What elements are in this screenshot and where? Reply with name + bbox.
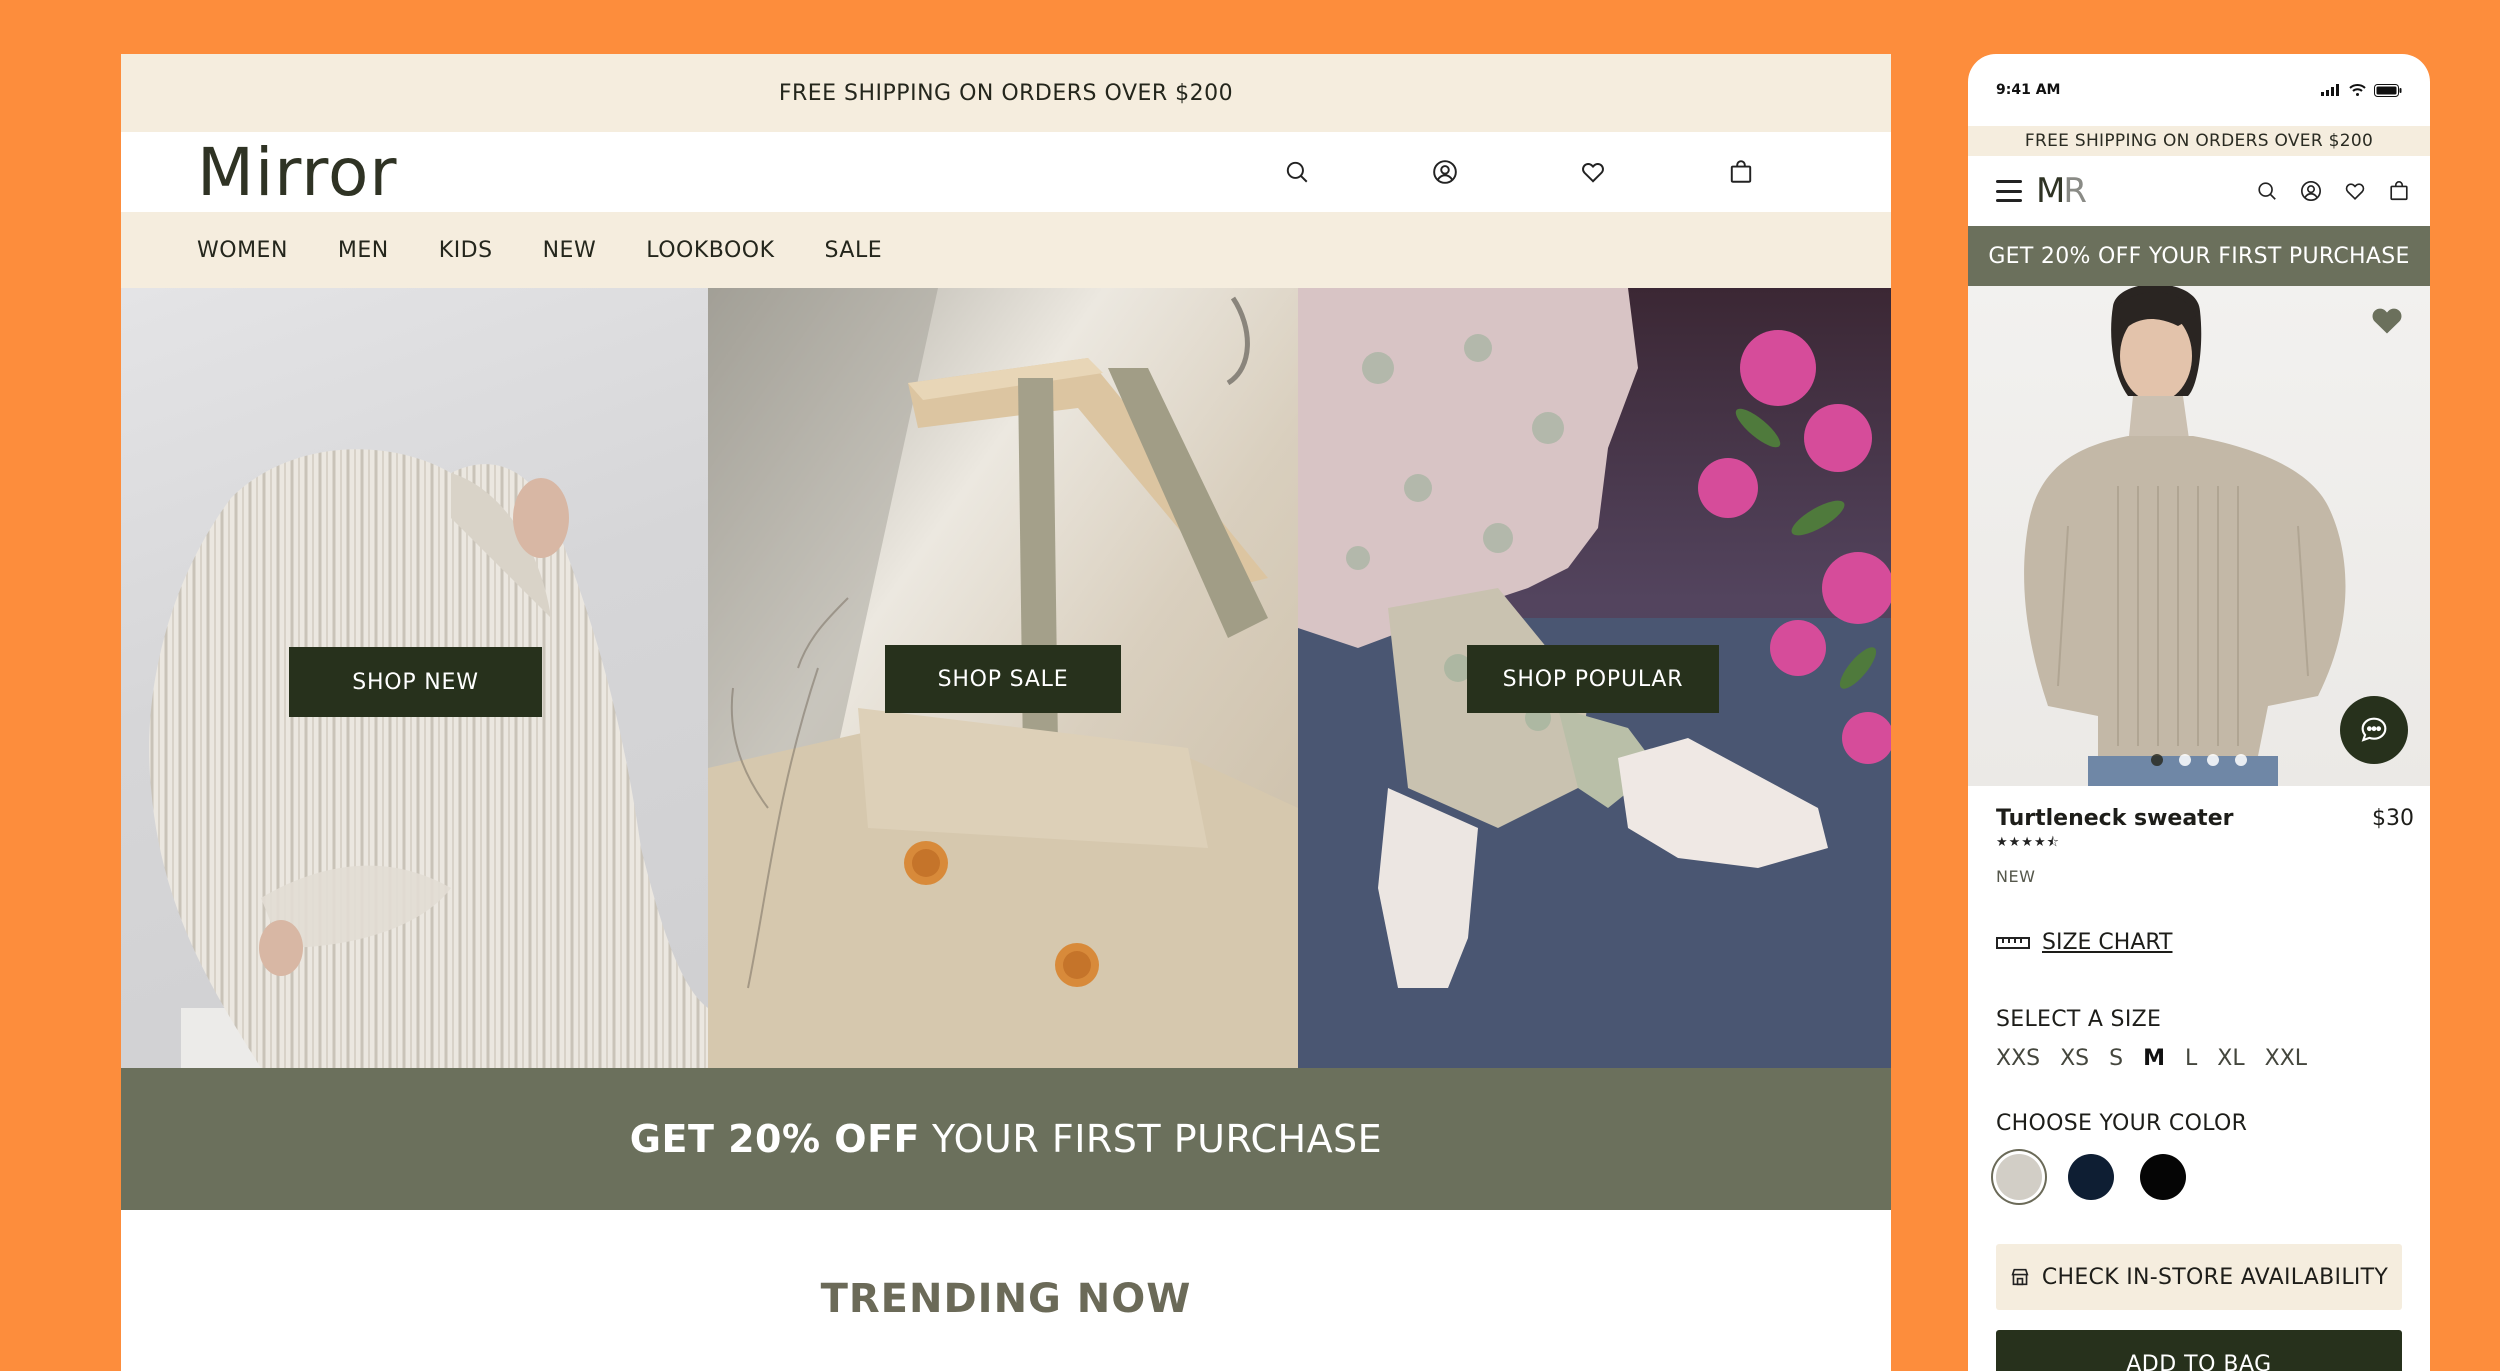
battery-icon (2374, 83, 2402, 97)
mobile-header-icons (2256, 156, 2410, 226)
size-option-xxl[interactable]: XXL (2265, 1046, 2307, 1071)
new-badge: NEW (1996, 867, 2036, 886)
size-options: XXS XS S M L XL XXL (1996, 1046, 2402, 1071)
mobile-discount-banner[interactable]: GET 20% OFF YOUR FIRST PURCHASE (1968, 226, 2430, 286)
signal-icon (2321, 84, 2339, 96)
product-image-carousel[interactable] (1968, 286, 2430, 786)
mobile-product-page: 9:41 AM FREE SHIPPING ON ORDERS OVER $20… (1968, 54, 2430, 1371)
size-label: SELECT A SIZE (1996, 1007, 2162, 1032)
shop-popular-button[interactable]: SHOP POPULAR (1467, 645, 1719, 713)
site-logo[interactable]: Mirror (197, 134, 397, 211)
product-info: Turtleneck sweater $30 ★★★★⯪ NEW SIZE CH… (1968, 786, 2430, 1371)
color-label: CHOOSE YOUR COLOR (1996, 1111, 2248, 1136)
mobile-promo-bar: FREE SHIPPING ON ORDERS OVER $200 (1968, 126, 2430, 156)
account-icon[interactable] (1371, 159, 1519, 185)
trending-section: TRENDING NOW (121, 1210, 1891, 1370)
status-bar: 9:41 AM (1968, 54, 2430, 126)
color-swatch-navy[interactable] (2068, 1154, 2114, 1200)
status-time: 9:41 AM (1996, 82, 2061, 98)
hero-panel-sale[interactable]: SHOP SALE (708, 288, 1298, 1068)
mobile-header: MR (1968, 156, 2430, 226)
wifi-icon (2349, 84, 2366, 96)
promo-bar: FREE SHIPPING ON ORDERS OVER $200 (121, 54, 1891, 132)
store-icon (2011, 1268, 2029, 1286)
add-to-bag-button[interactable]: ADD TO BAG (1996, 1330, 2402, 1371)
discount-banner-rest: YOUR FIRST PURCHASE (932, 1117, 1383, 1161)
rating-stars: ★★★★⯪ (1996, 835, 2060, 850)
carousel-dot-1[interactable] (2151, 754, 2163, 766)
mobile-logo[interactable]: MR (2036, 171, 2087, 211)
carousel-dot-4[interactable] (2235, 754, 2247, 766)
carousel-dots (1968, 754, 2430, 766)
nav-item-women[interactable]: WOMEN (197, 238, 288, 263)
carousel-dot-3[interactable] (2207, 754, 2219, 766)
nav-item-kids[interactable]: KIDS (439, 238, 493, 263)
menu-icon[interactable] (1996, 180, 2022, 202)
color-swatch-beige[interactable] (1996, 1154, 2042, 1200)
status-icons (2321, 83, 2402, 97)
mobile-logo-r: R (2063, 171, 2087, 211)
main-nav: WOMEN MEN KIDS NEW LOOKBOOK SALE (121, 212, 1891, 288)
account-icon[interactable] (2300, 180, 2322, 202)
size-chart-label: SIZE CHART (2042, 930, 2173, 955)
wishlist-heart-icon[interactable] (1519, 159, 1667, 185)
hero-grid: SHOP NEW SHOP SALE SHOP POPULAR (121, 288, 1891, 1068)
check-in-store-label: CHECK IN-STORE AVAILABILITY (2041, 1264, 2389, 1290)
hero-panel-popular[interactable]: SHOP POPULAR (1298, 288, 1891, 1068)
mobile-logo-m: M (2036, 171, 2065, 211)
mobile-promo-text: FREE SHIPPING ON ORDERS OVER $200 (2024, 131, 2374, 151)
size-option-s[interactable]: S (2109, 1046, 2123, 1071)
wishlist-heart-icon[interactable] (2344, 180, 2366, 202)
promo-text: FREE SHIPPING ON ORDERS OVER $200 (778, 80, 1234, 106)
color-swatch-black[interactable] (2140, 1154, 2186, 1200)
shopping-bag-icon[interactable] (1667, 159, 1815, 185)
carousel-dot-2[interactable] (2179, 754, 2191, 766)
desktop-site: FREE SHIPPING ON ORDERS OVER $200 Mirror… (121, 54, 1891, 1371)
search-icon[interactable] (2256, 180, 2278, 202)
size-option-l[interactable]: L (2185, 1046, 2197, 1071)
nav-item-men[interactable]: MEN (338, 238, 389, 263)
size-option-xl[interactable]: XL (2217, 1046, 2244, 1071)
nav-item-lookbook[interactable]: LOOKBOOK (646, 238, 774, 263)
section-title: TRENDING NOW (820, 1276, 1192, 1322)
search-icon[interactable] (1223, 159, 1371, 185)
chat-bubble-icon (2361, 717, 2387, 742)
size-chart-link[interactable]: SIZE CHART (1996, 930, 2402, 955)
discount-banner[interactable]: GET 20% OFF YOUR FIRST PURCHASE (121, 1068, 1891, 1210)
shopping-bag-icon[interactable] (2388, 180, 2410, 202)
check-in-store-button[interactable]: CHECK IN-STORE AVAILABILITY (1996, 1244, 2402, 1310)
hero-panel-new[interactable]: SHOP NEW (121, 288, 708, 1068)
header-icons (1223, 132, 1815, 212)
add-to-bag-label: ADD TO BAG (2126, 1351, 2272, 1371)
ruler-icon (1996, 936, 2030, 949)
nav-item-new[interactable]: NEW (543, 238, 597, 263)
size-option-m[interactable]: M (2143, 1046, 2165, 1071)
favorite-heart-icon[interactable] (2368, 302, 2406, 338)
nav-item-sale[interactable]: SALE (825, 238, 883, 263)
site-header: Mirror (121, 132, 1891, 212)
product-name: Turtleneck sweater (1996, 806, 2234, 831)
product-price: $30 (2372, 806, 2414, 831)
shop-sale-button[interactable]: SHOP SALE (885, 645, 1121, 713)
color-options (1996, 1154, 2402, 1200)
shop-new-button[interactable]: SHOP NEW (289, 647, 542, 717)
size-option-xs[interactable]: XS (2060, 1046, 2089, 1071)
size-option-xxs[interactable]: XXS (1996, 1046, 2040, 1071)
mobile-discount-text: GET 20% OFF YOUR FIRST PURCHASE (1988, 243, 2410, 269)
discount-banner-bold: GET 20% OFF (629, 1117, 920, 1161)
